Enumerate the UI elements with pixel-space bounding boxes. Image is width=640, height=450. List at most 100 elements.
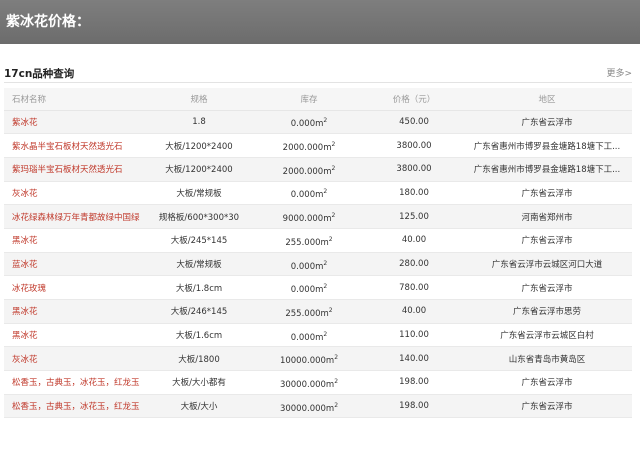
stone-name-link[interactable]: 冰花绿森林绿万年青都故绿中国绿 (12, 213, 140, 223)
cell-name: 黑冰花 (4, 228, 144, 253)
cell-name: 紫玛瑙半宝石板材天然透光石 (4, 157, 144, 182)
column-header-spec: 规格 (144, 88, 254, 111)
stock-value: 2000.000m (282, 142, 332, 153)
table-row: 紫水晶半宝石板材天然透光石 大板/1200*2400 2000.000m2 3800.… (4, 133, 632, 158)
cell-stock: 30000.000m2 (254, 370, 364, 395)
stock-unit-exponent: 2 (334, 354, 339, 362)
cell-stock: 255.000m2 (254, 228, 364, 253)
table-row: 灰冰花 大板/常规板 0.000m2 180.00 广东省云浮市 (4, 181, 632, 206)
table-row: 黑冰花 大板/246*145 255.000m2 40.00 广东省云浮市思劳 (4, 299, 632, 324)
cell-price: 125.00 (364, 204, 464, 229)
cell-name: 冰花绿森林绿万年青都故绿中国绿 (4, 204, 144, 229)
table-row: 灰冰花 大板/1800 10000.000m2 140.00 山东省青岛市黄岛区 (4, 346, 632, 372)
stock-unit-exponent: 2 (323, 330, 328, 338)
table-row: 冰花绿森林绿万年青都故绿中国绿 规格板/600*300*30 9000.000m2 1… (4, 204, 632, 229)
stone-name-link[interactable]: 紫水晶半宝石板材天然透光石 (12, 142, 123, 152)
column-header-price: 价格（元） (364, 88, 464, 111)
cell-name: 黑冰花 (4, 299, 144, 324)
table-row: 黑冰花 大板/245*145 255.000m2 40.00 广东省云浮市 (4, 228, 632, 253)
cell-spec: 大板/1200*2400 (144, 157, 254, 182)
cell-spec: 大板/常规板 (144, 252, 254, 277)
cell-price: 198.00 (364, 394, 464, 419)
stone-name-link[interactable]: 黑冰花 (12, 236, 38, 246)
cell-price: 3800.00 (364, 157, 464, 182)
stone-name-link[interactable]: 黑冰花 (12, 307, 38, 317)
cell-spec: 大板/1800 (144, 346, 254, 372)
stone-name-link[interactable]: 松香玉，古典玉，冰花玉，红龙玉 (12, 378, 140, 388)
table-header-row: 石材名称 规格 库存 价格（元） 地区 (4, 88, 632, 111)
stock-unit-exponent: 2 (323, 188, 328, 196)
stone-name-link[interactable]: 灰冰花 (12, 355, 38, 365)
stock-value: 2000.000m (282, 166, 332, 177)
cell-spec: 大板/1200*2400 (144, 133, 254, 158)
cell-name: 灰冰花 (4, 181, 144, 206)
cell-region: 河南省郑州市 (464, 204, 632, 229)
cell-spec: 大板/大小 (144, 394, 254, 419)
cell-region: 广东省云浮市思劳 (464, 299, 632, 324)
cell-price: 40.00 (364, 299, 464, 324)
cell-region: 山东省青岛市黄岛区 (464, 346, 632, 372)
cell-price: 780.00 (364, 275, 464, 300)
cell-spec: 大板/1.8cm (144, 275, 254, 300)
cell-stock: 10000.000m2 (254, 346, 364, 372)
cell-region: 广东省云浮市 (464, 110, 632, 135)
cell-name: 冰花玫瑰 (4, 275, 144, 300)
price-table: 石材名称 规格 库存 价格（元） 地区 紫冰花 1.8 0.000m2 450.00 广… (4, 88, 632, 419)
stone-name-link[interactable]: 黑冰花 (12, 331, 38, 341)
stock-value: 10000.000m (279, 356, 335, 367)
cell-price: 180.00 (364, 181, 464, 206)
stock-value: 0.000m (290, 285, 324, 296)
stone-name-link[interactable]: 灰冰花 (12, 189, 38, 199)
stock-value: 9000.000m (282, 214, 332, 224)
cell-price: 140.00 (364, 346, 464, 372)
stone-name-link[interactable]: 紫冰花 (12, 118, 38, 128)
more-link[interactable]: 更多> (606, 66, 632, 79)
table-row: 冰花玫瑰 大板/1.8cm 0.000m2 780.00 广东省云浮市 (4, 275, 632, 300)
cell-stock: 255.000m2 (254, 299, 364, 324)
cell-region: 广东省云浮市云城区白村 (464, 323, 632, 348)
stone-name-link[interactable]: 蓝冰花 (12, 260, 38, 270)
divider (4, 82, 632, 83)
cell-price: 450.00 (364, 110, 464, 135)
cell-region: 广东省惠州市博罗县金塘路18塘下工... (464, 133, 632, 158)
cell-price: 280.00 (364, 252, 464, 277)
cell-name: 蓝冰花 (4, 252, 144, 277)
cell-price: 40.00 (364, 228, 464, 253)
cell-price: 3800.00 (364, 133, 464, 158)
stock-unit-exponent: 2 (328, 235, 333, 243)
cell-spec: 规格板/600*300*30 (144, 204, 254, 229)
header-title: 紫冰花价格： (6, 14, 90, 30)
cell-region: 广东省云浮市云城区河口大道 (464, 252, 632, 277)
stone-name-link[interactable]: 紫玛瑙半宝石板材天然透光石 (12, 165, 123, 175)
table-row: 紫冰花 1.8 0.000m2 450.00 广东省云浮市 (4, 110, 632, 135)
cell-stock: 30000.000m2 (254, 394, 364, 419)
stock-unit-exponent: 2 (331, 212, 336, 220)
stock-unit-exponent: 2 (328, 306, 333, 314)
cell-stock: 0.000m2 (254, 110, 364, 135)
cell-spec: 1.8 (144, 110, 254, 135)
stock-value: 0.000m (290, 190, 324, 201)
cell-stock: 0.000m2 (254, 252, 364, 277)
stock-value: 0.000m (290, 261, 324, 272)
stock-value: 0.000m (290, 332, 324, 343)
cell-name: 黑冰花 (4, 323, 144, 348)
stock-unit-exponent: 2 (323, 283, 328, 291)
stock-value: 255.000m (285, 237, 329, 248)
stone-name-link[interactable]: 松香玉，古典玉，冰花玉，红龙玉 (12, 402, 140, 412)
stock-unit-exponent: 2 (331, 141, 336, 149)
cell-stock: 0.000m2 (254, 323, 364, 348)
stock-unit-exponent: 2 (323, 117, 328, 125)
cell-price: 110.00 (364, 323, 464, 348)
stock-unit-exponent: 2 (334, 401, 339, 409)
table-row: 黑冰花 大板/1.6cm 0.000m2 110.00 广东省云浮市云城区白村 (4, 323, 632, 348)
cell-region: 广东省云浮市 (464, 370, 632, 395)
cell-stock: 0.000m2 (254, 181, 364, 206)
section-title: 17cn品种查询 (4, 68, 75, 80)
stock-value: 0.000m (290, 119, 324, 130)
page-header: 紫冰花价格： (0, 0, 640, 44)
cell-name: 松香玉，古典玉，冰花玉，红龙玉 (4, 370, 144, 395)
cell-stock: 2000.000m2 (254, 133, 364, 158)
cell-stock: 0.000m2 (254, 275, 364, 300)
cell-spec: 大板/246*145 (144, 299, 254, 324)
stone-name-link[interactable]: 冰花玫瑰 (12, 284, 46, 294)
